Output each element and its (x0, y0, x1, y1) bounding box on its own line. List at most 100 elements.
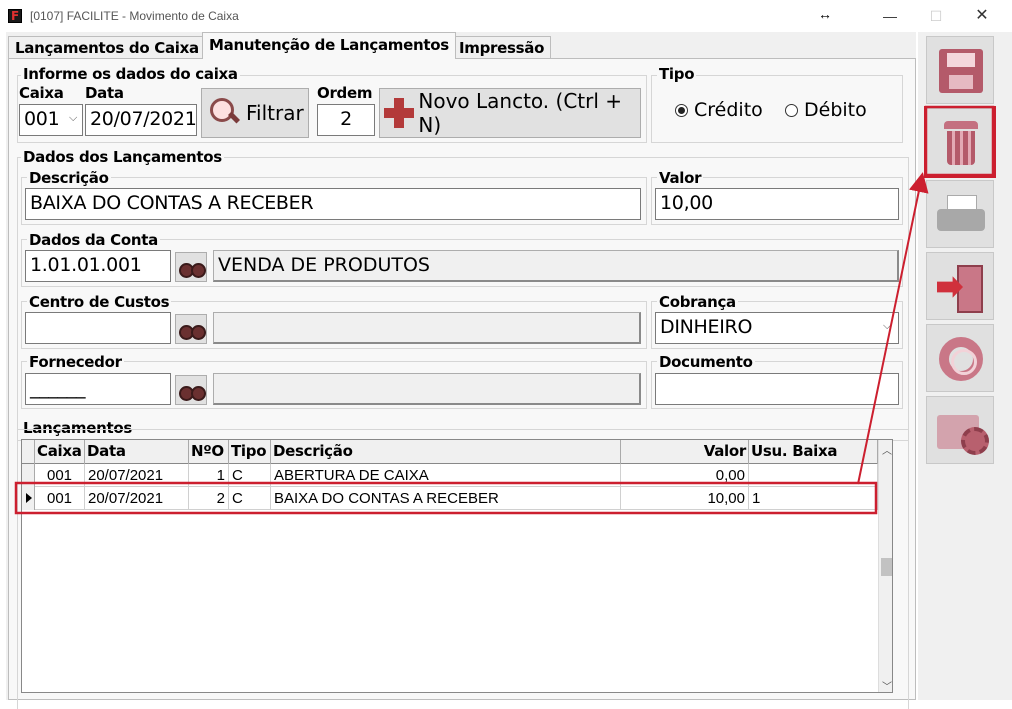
radio-debito-dot (785, 103, 798, 117)
cobranca-chevron-down-icon[interactable]: ⌵ (883, 320, 891, 333)
close-button[interactable]: ✕ (960, 4, 1004, 28)
tab-manutencao-de-lancamentos[interactable]: Manutenção de Lançamentos (202, 32, 456, 59)
caixa-chevron-down-icon[interactable]: ⌵ (69, 112, 77, 125)
cell-valor: 10,00 (621, 487, 749, 510)
cell-caixa: 001 (35, 487, 85, 510)
fornecedor-code-input[interactable]: ______ (25, 373, 171, 405)
tab-lancamentos-do-caixa[interactable]: Lançamentos do Caixa (8, 36, 206, 58)
grid-scrollbar[interactable]: ︿ ﹀ (878, 440, 892, 692)
documento-label: Documento (657, 353, 755, 371)
print-button[interactable] (926, 180, 994, 248)
header-indicator (22, 440, 35, 464)
current-row-arrow-icon (22, 487, 35, 510)
plus-icon (382, 96, 415, 130)
help-icon (939, 337, 983, 381)
valor-label: Valor (657, 169, 704, 187)
exit-icon (937, 265, 985, 313)
cell-descricao: ABERTURA DE CAIXA (271, 464, 621, 487)
minimize-button[interactable]: — (868, 4, 912, 28)
save-button[interactable] (926, 36, 994, 104)
novo-lancto-button-label: Novo Lancto. (Ctrl + N) (418, 89, 623, 137)
header-ordem[interactable]: NºO (189, 440, 229, 464)
valor-input[interactable]: 10,00 (655, 188, 899, 220)
cell-tipo: C (229, 464, 271, 487)
scroll-thumb[interactable] (881, 558, 892, 576)
printer-icon (937, 195, 985, 235)
header-tipo[interactable]: Tipo (229, 440, 271, 464)
header-usu-baixa[interactable]: Usu. Baixa (749, 440, 878, 464)
scroll-up-icon[interactable]: ︿ (879, 442, 892, 458)
conta-code-input[interactable]: 1.01.01.001 (25, 250, 171, 282)
cell-tipo: C (229, 487, 271, 510)
cell-data: 20/07/2021 (85, 487, 189, 510)
radio-credito-label: Crédito (694, 99, 763, 121)
scroll-down-icon[interactable]: ﹀ (879, 678, 892, 692)
tipo-group-legend: Tipo (657, 65, 697, 83)
lancamentos-grid[interactable]: Caixa Data NºO Tipo Descrição Valor Usu.… (21, 439, 893, 693)
maximize-button[interactable]: ☐ (914, 4, 958, 28)
conta-label: Dados da Conta (27, 231, 160, 249)
centro-code-input[interactable] (25, 312, 171, 344)
cell-caixa: 001 (35, 464, 85, 487)
descricao-label: Descrição (27, 169, 111, 187)
conta-name-display: VENDA DE PRODUTOS (213, 250, 899, 282)
documento-input[interactable] (655, 373, 899, 405)
settings-folder-icon (937, 409, 989, 455)
table-row[interactable]: 001 20/07/2021 1 C ABERTURA DE CAIXA 0,0… (22, 464, 878, 487)
tab-impressao[interactable]: Impressão (452, 36, 552, 58)
exit-button[interactable] (926, 252, 994, 320)
trash-icon (944, 121, 978, 165)
header-caixa[interactable]: Caixa (35, 440, 85, 464)
cobranca-select-value: DINHEIRO (660, 316, 753, 338)
title-bar: [0107] FACILITE - Movimento de Caixa ↔ —… (0, 0, 1012, 32)
descricao-input[interactable]: BAIXA DO CONTAS A RECEBER (25, 188, 641, 220)
ordem-input[interactable]: 2 (317, 104, 375, 136)
radio-debito-label: Débito (804, 99, 867, 121)
caixa-select-value: 001 (24, 108, 60, 130)
cobranca-select[interactable]: DINHEIRO (655, 312, 899, 344)
header-descricao[interactable]: Descrição (271, 440, 621, 464)
fornecedor-name-display (213, 373, 641, 405)
data-input[interactable]: 20/07/2021 (85, 104, 197, 136)
radio-credito[interactable]: Crédito (675, 99, 763, 121)
grid-header: Caixa Data NºO Tipo Descrição Valor Usu.… (22, 440, 878, 464)
window-title: [0107] FACILITE - Movimento de Caixa (30, 9, 239, 23)
header-data[interactable]: Data (85, 440, 189, 464)
header-valor[interactable]: Valor (621, 440, 749, 464)
novo-lancto-button[interactable]: Novo Lancto. (Ctrl + N) (379, 88, 641, 138)
conta-search-binoculars-icon[interactable] (175, 252, 207, 282)
tab-strip: Lançamentos do Caixa Manutenção de Lança… (6, 32, 916, 59)
lancamento-group-legend: Dados dos Lançamentos (21, 148, 224, 166)
cell-descricao: BAIXA DO CONTAS A RECEBER (271, 487, 621, 510)
filtrar-button-label: Filtrar (246, 101, 304, 125)
tab-page-manutencao: Informe os dados do caixa Caixa 001 ⌵ Da… (8, 58, 916, 709)
cell-ordem: 1 (189, 464, 229, 487)
resize-icon[interactable]: ↔ (818, 6, 832, 22)
fornecedor-label: Fornecedor (27, 353, 124, 371)
side-toolbar (918, 32, 1012, 700)
cell-valor: 0,00 (621, 464, 749, 487)
cell-data: 20/07/2021 (85, 464, 189, 487)
centro-name-display (213, 312, 641, 344)
fornecedor-search-binoculars-icon[interactable] (175, 375, 207, 405)
table-row-selected[interactable]: 001 20/07/2021 2 C BAIXA DO CONTAS A REC… (22, 487, 878, 510)
filtrar-button[interactable]: Filtrar (201, 88, 309, 138)
cell-ordem: 2 (189, 487, 229, 510)
centro-search-binoculars-icon[interactable] (175, 314, 207, 344)
help-button[interactable] (926, 324, 994, 392)
caixa-label: Caixa (19, 84, 64, 102)
main-panel: Lançamentos do Caixa Manutenção de Lança… (6, 32, 916, 709)
cobranca-label: Cobrança (657, 293, 738, 311)
settings-button[interactable] (926, 396, 994, 464)
centro-label: Centro de Custos (27, 293, 172, 311)
save-icon (939, 49, 983, 93)
data-label: Data (85, 84, 124, 102)
radio-credito-dot (675, 103, 688, 117)
cell-usu-baixa (749, 464, 878, 487)
magnifier-icon (208, 96, 242, 130)
ordem-label: Ordem (317, 84, 373, 102)
caixa-group-legend: Informe os dados do caixa (21, 65, 240, 83)
cell-usu-baixa: 1 (749, 487, 878, 510)
radio-debito[interactable]: Débito (785, 99, 867, 121)
delete-button[interactable] (924, 106, 996, 178)
